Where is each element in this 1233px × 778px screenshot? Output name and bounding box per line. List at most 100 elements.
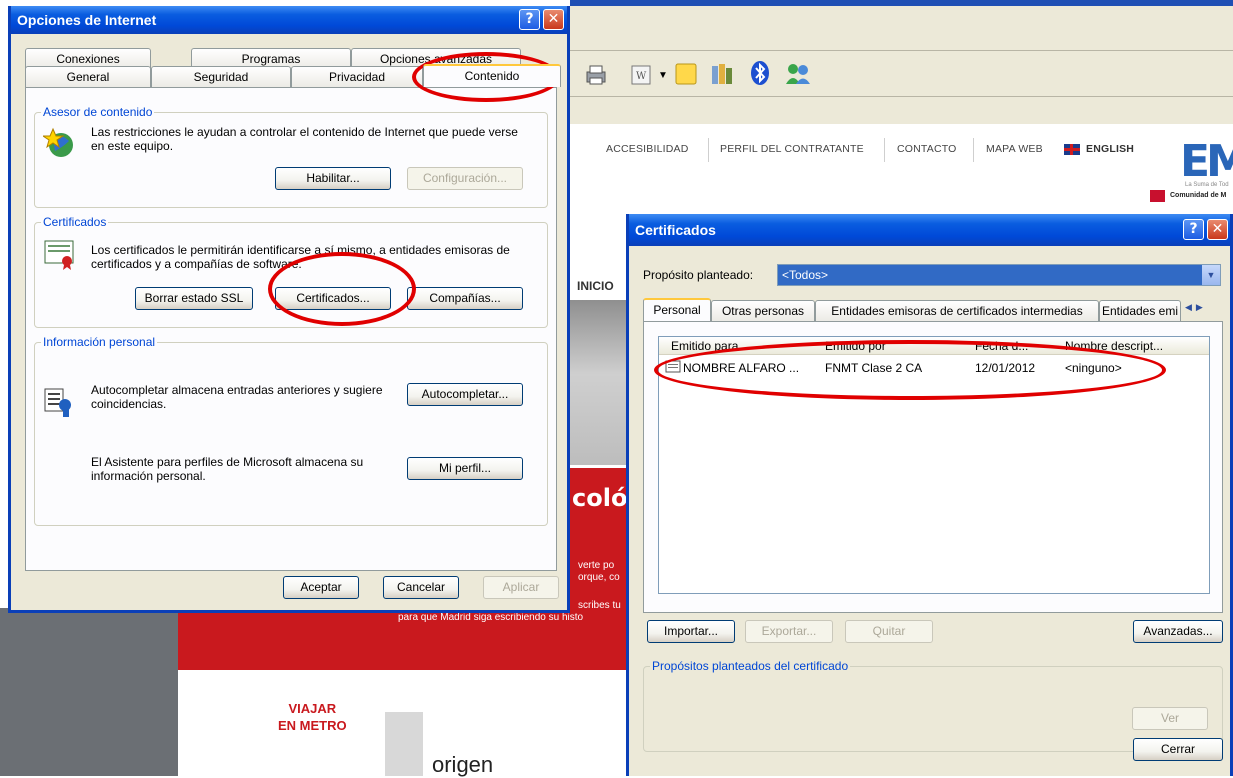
chevron-down-icon[interactable]: ▼ bbox=[1202, 265, 1220, 285]
hero-text-line: scribes tu bbox=[578, 600, 621, 611]
nav-divider bbox=[973, 138, 974, 162]
habilitar-button[interactable]: Habilitar... bbox=[275, 167, 391, 190]
viajar-en-metro-link[interactable]: VIAJAR EN METRO bbox=[278, 700, 347, 734]
internet-options-window: Opciones de Internet ? ✕ Conexiones Prog… bbox=[8, 6, 570, 613]
word-icon[interactable]: W bbox=[630, 64, 652, 86]
content-advisor-text: Las restricciones le ayudan a controlar … bbox=[91, 125, 518, 153]
hero-photo bbox=[570, 300, 630, 465]
tab-seguridad[interactable]: Seguridad bbox=[151, 66, 291, 87]
column-emitido-por[interactable]: Emitido por bbox=[825, 339, 965, 353]
nav-divider bbox=[708, 138, 709, 162]
column-nombre-descriptivo[interactable]: Nombre descript... bbox=[1065, 339, 1205, 353]
borrar-estado-ssl-button[interactable]: Borrar estado SSL bbox=[135, 287, 253, 310]
cerrar-button[interactable]: Cerrar bbox=[1133, 738, 1223, 761]
aceptar-button[interactable]: Aceptar bbox=[283, 576, 359, 599]
nav-mapa-web[interactable]: MAPA WEB bbox=[986, 143, 1043, 155]
sticky-note-icon[interactable] bbox=[674, 62, 698, 86]
tab-entidades-intermedias[interactable]: Entidades emisoras de certificados inter… bbox=[815, 300, 1099, 321]
nav-contacto[interactable]: CONTACTO bbox=[897, 143, 957, 155]
certificate-icon bbox=[44, 240, 74, 270]
close-icon[interactable]: ✕ bbox=[1207, 219, 1228, 240]
decorative-number bbox=[385, 712, 423, 776]
toolbar-separator bbox=[570, 50, 1233, 51]
bluetooth-icon[interactable] bbox=[750, 60, 770, 86]
aplicar-button[interactable]: Aplicar bbox=[483, 576, 559, 599]
internet-options-titlebar[interactable]: Opciones de Internet ? ✕ bbox=[11, 6, 567, 34]
certificates-title: Certificados bbox=[635, 222, 716, 238]
content-advisor-group: Asesor de contenido Las restricciones le… bbox=[34, 105, 548, 208]
nav-english[interactable]: ENGLISH bbox=[1086, 143, 1134, 155]
viajar-line1: VIAJAR bbox=[288, 701, 337, 716]
inicio-link[interactable]: INICIO bbox=[577, 279, 614, 293]
viajar-line2: EN METRO bbox=[278, 718, 347, 733]
certificates-text: Los certificados le permitirán identific… bbox=[91, 243, 510, 271]
certificates-group: Certificados Los certificados le permiti… bbox=[34, 215, 548, 328]
purpose-value: <Todos> bbox=[782, 268, 829, 282]
tab-contenido[interactable]: Contenido bbox=[423, 64, 561, 87]
profile-text: El Asistente para perfiles de Microsoft … bbox=[91, 455, 364, 483]
tab-panel: Asesor de contenido Las restricciones le… bbox=[25, 87, 557, 571]
cell-nombre-descriptivo: <ninguno> bbox=[1065, 361, 1122, 375]
tab-general[interactable]: General bbox=[25, 66, 151, 87]
content-advisor-icon bbox=[43, 127, 73, 157]
purpose-label: Propósito planteado: bbox=[643, 268, 754, 282]
cancelar-button[interactable]: Cancelar bbox=[383, 576, 459, 599]
purposes-legend: Propósitos planteados del certificado bbox=[650, 659, 851, 673]
tab-scroll-arrows-icon[interactable]: ◀▶ bbox=[1185, 302, 1207, 313]
certificates-window: Certificados ? ✕ Propósito planteado: <T… bbox=[626, 214, 1233, 776]
ver-button[interactable]: Ver bbox=[1132, 707, 1208, 730]
hero-text-line: para que Madrid siga escribiendo su hist… bbox=[398, 612, 584, 623]
nav-perfil-contratante[interactable]: PERFIL DEL CONTRATANTE bbox=[720, 143, 864, 155]
certificates-legend: Certificados bbox=[41, 215, 109, 229]
avanzadas-button[interactable]: Avanzadas... bbox=[1133, 620, 1223, 643]
comunidad-label: Comunidad de M bbox=[1170, 192, 1227, 199]
hero-text-line: orque, co bbox=[578, 572, 620, 583]
metro-logo[interactable]: EM bbox=[1180, 136, 1233, 187]
list-header: Emitido para Emitido por Fecha d... Nomb… bbox=[659, 337, 1209, 355]
content-advisor-legend: Asesor de contenido bbox=[41, 105, 155, 119]
purpose-select[interactable]: <Todos> ▼ bbox=[777, 264, 1221, 286]
table-row[interactable]: NOMBRE ALFARO ... FNMT Clase 2 CA 12/01/… bbox=[659, 359, 1209, 377]
autocomplete-text: Autocompletar almacena entradas anterior… bbox=[91, 383, 383, 411]
tab-otras-personas[interactable]: Otras personas bbox=[711, 300, 815, 321]
certificate-icon bbox=[665, 360, 681, 373]
personal-info-group: Información personal Autocompletar almac… bbox=[34, 335, 548, 526]
tab-entidades-raiz[interactable]: Entidades emi bbox=[1099, 300, 1181, 321]
help-icon[interactable]: ? bbox=[1183, 219, 1204, 240]
browser-toolbar: W ▼ bbox=[570, 6, 1233, 124]
internet-options-body: Conexiones Programas Opciones avanzadas … bbox=[11, 34, 567, 610]
autocomplete-icon bbox=[44, 388, 71, 417]
importar-button[interactable]: Importar... bbox=[647, 620, 735, 643]
personal-info-legend: Información personal bbox=[41, 335, 158, 349]
research-icon[interactable] bbox=[710, 62, 736, 86]
configuracion-button[interactable]: Configuración... bbox=[407, 167, 523, 190]
hero-text-line: verte po bbox=[578, 560, 615, 571]
tab-personal[interactable]: Personal bbox=[643, 298, 711, 321]
cell-emitido-para: NOMBRE ALFARO ... bbox=[683, 361, 800, 375]
origen-heading: origen bbox=[432, 752, 494, 777]
certificados-button[interactable]: Certificados... bbox=[275, 287, 391, 310]
toolbar-separator bbox=[570, 96, 1233, 97]
nav-accesibilidad[interactable]: ACCESIBILIDAD bbox=[606, 143, 689, 155]
comunidad-flag-icon bbox=[1150, 190, 1165, 202]
cell-fecha: 12/01/2012 bbox=[975, 361, 1036, 375]
print-icon[interactable] bbox=[584, 64, 608, 86]
certificates-titlebar[interactable]: Certificados ? ✕ bbox=[629, 214, 1230, 246]
tab-privacidad[interactable]: Privacidad bbox=[291, 66, 423, 87]
mi-perfil-button[interactable]: Mi perfil... bbox=[407, 457, 523, 480]
certificate-list[interactable]: Emitido para Emitido por Fecha d... Nomb… bbox=[658, 336, 1210, 594]
window-title: Opciones de Internet bbox=[17, 12, 157, 28]
tab-panel: Emitido para Emitido por Fecha d... Nomb… bbox=[643, 321, 1223, 613]
logo-subtitle: La Suma de Tod bbox=[1185, 182, 1229, 188]
column-fecha[interactable]: Fecha d... bbox=[975, 339, 1055, 353]
help-icon[interactable]: ? bbox=[519, 9, 540, 30]
dropdown-arrow-icon[interactable]: ▼ bbox=[658, 70, 668, 81]
certificates-body: Propósito planteado: <Todos> ▼ Personal … bbox=[629, 246, 1230, 776]
quitar-button[interactable]: Quitar bbox=[845, 620, 933, 643]
column-emitido-para[interactable]: Emitido para bbox=[671, 339, 821, 353]
close-icon[interactable]: ✕ bbox=[543, 9, 564, 30]
exportar-button[interactable]: Exportar... bbox=[745, 620, 833, 643]
messenger-icon[interactable] bbox=[784, 62, 812, 86]
autocompletar-button[interactable]: Autocompletar... bbox=[407, 383, 523, 406]
companias-button[interactable]: Compañías... bbox=[407, 287, 523, 310]
